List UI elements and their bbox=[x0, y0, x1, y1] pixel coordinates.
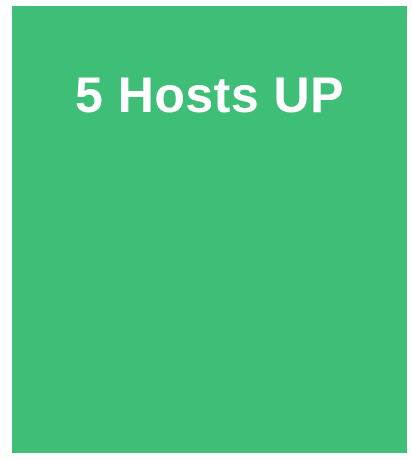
hosts-status-tile[interactable]: 5 Hosts UP bbox=[12, 6, 407, 453]
hosts-up-count-label: 5 Hosts UP bbox=[75, 67, 344, 123]
